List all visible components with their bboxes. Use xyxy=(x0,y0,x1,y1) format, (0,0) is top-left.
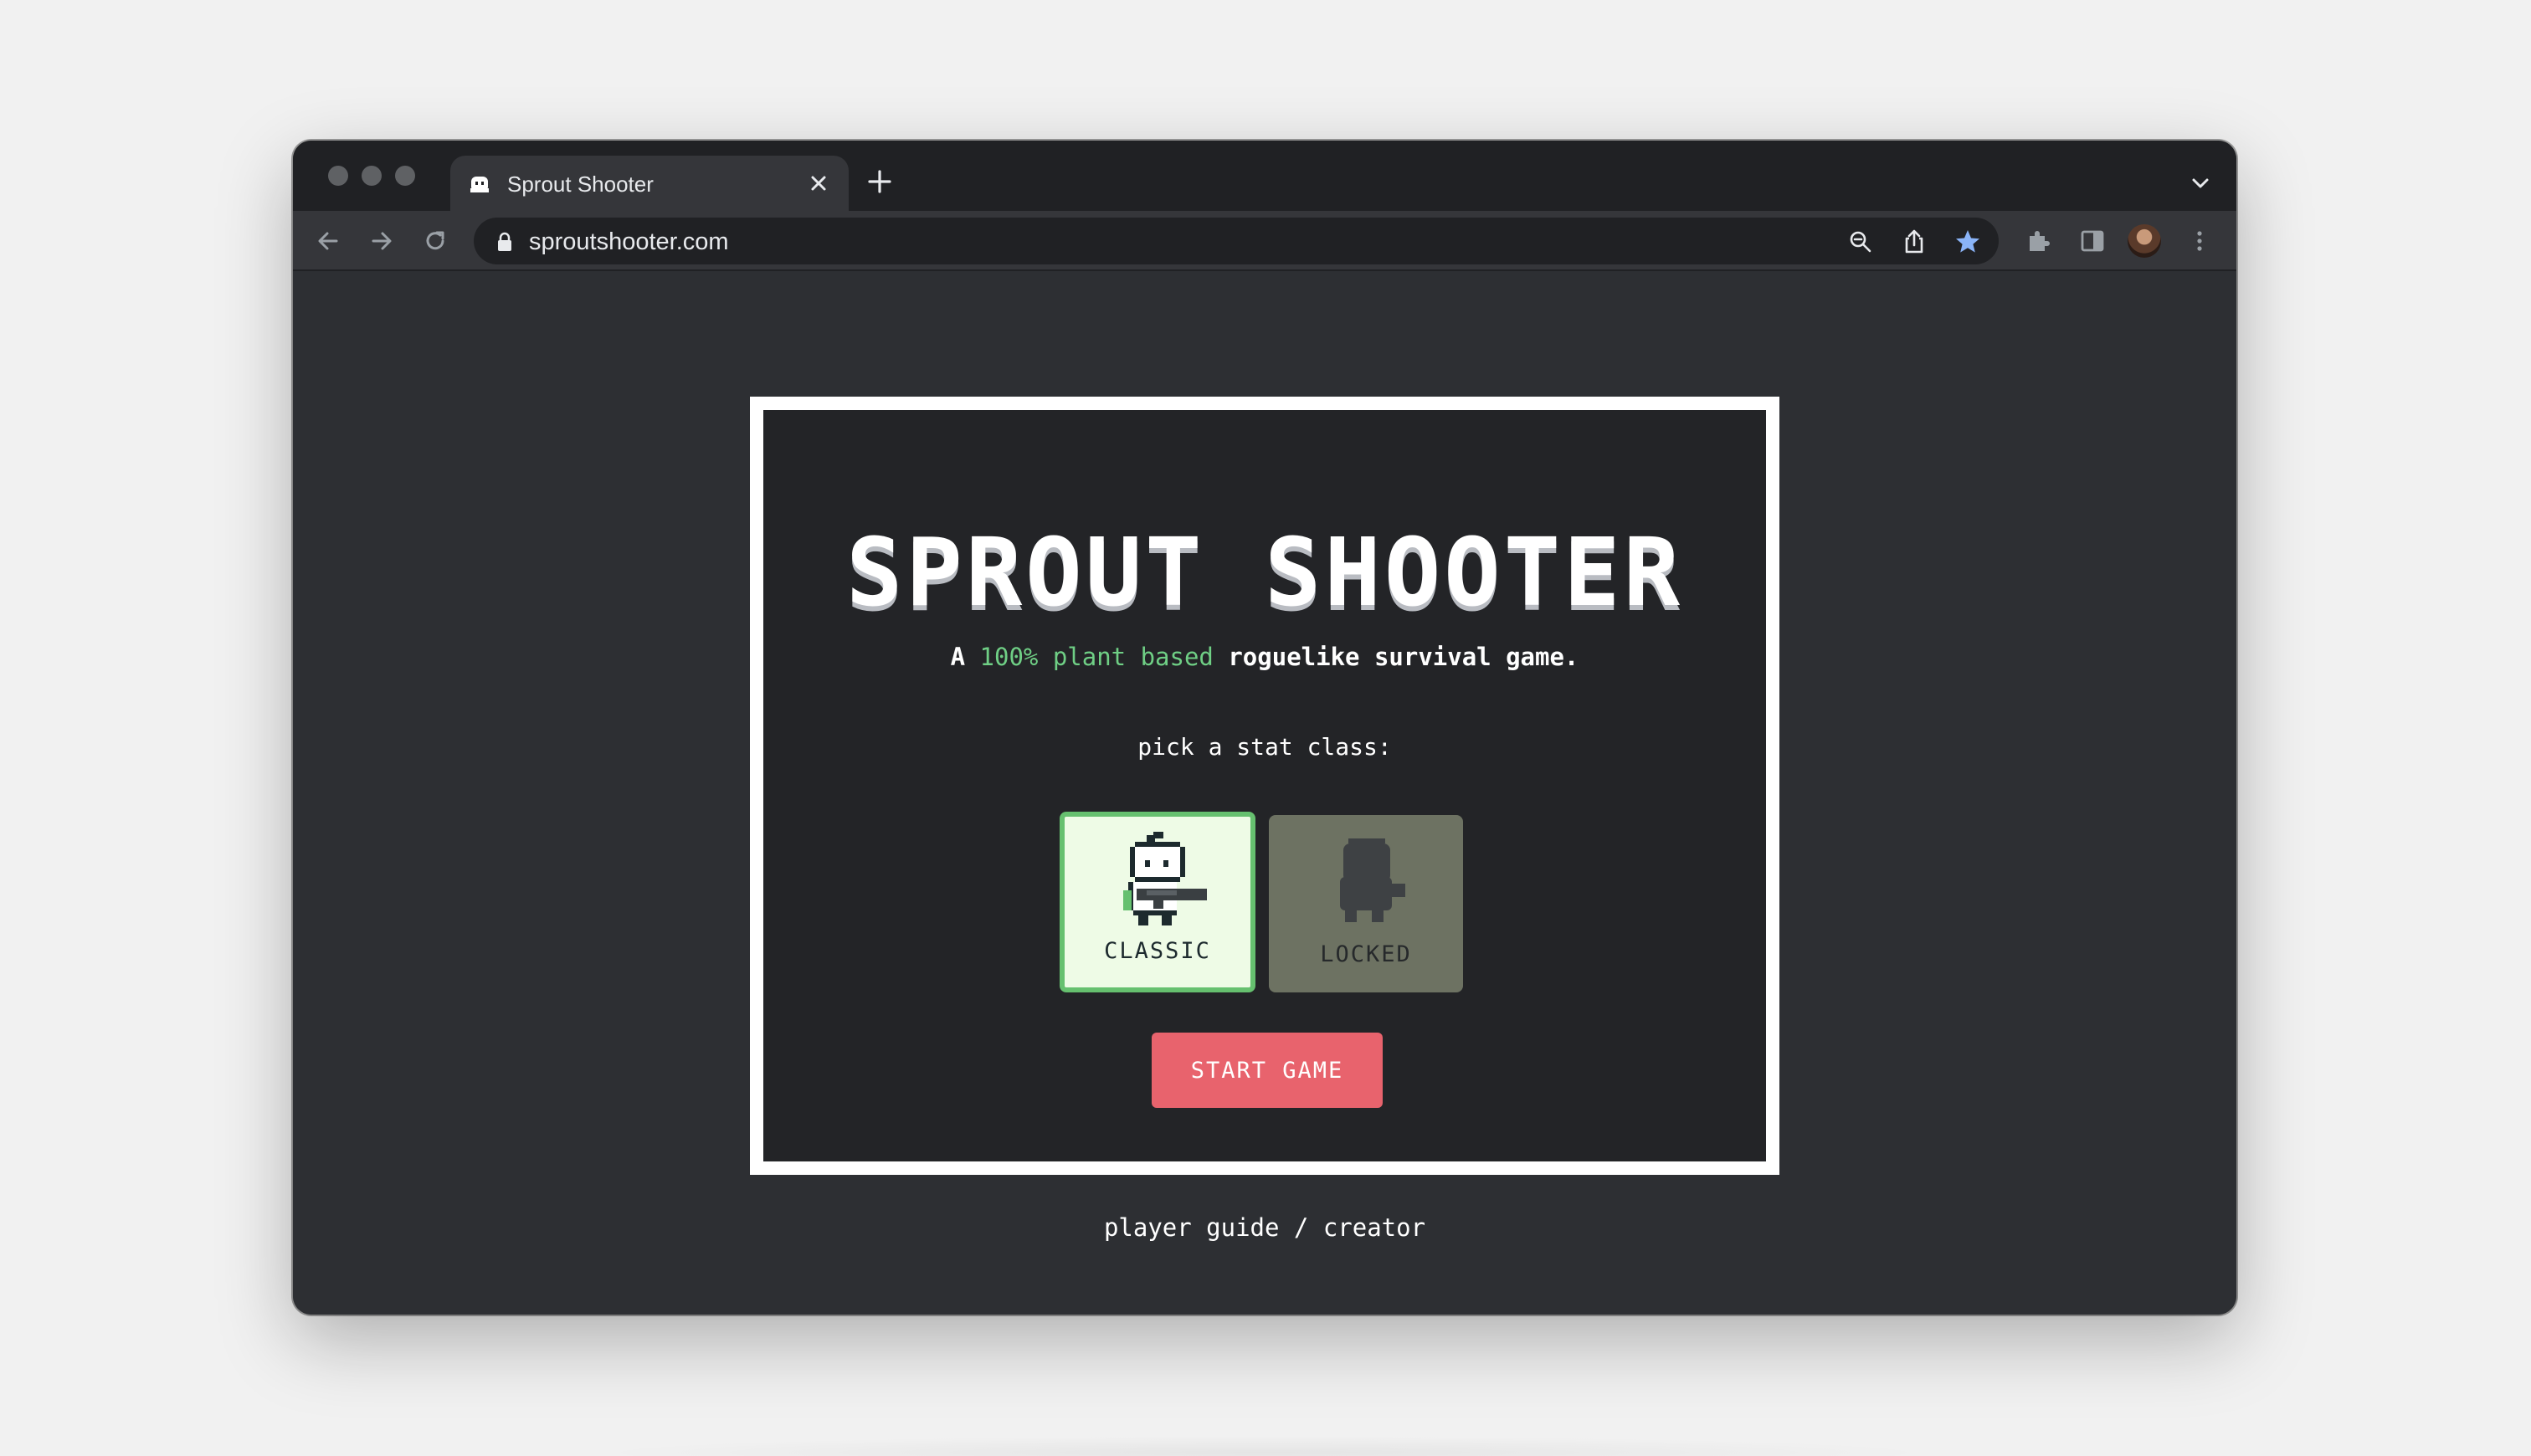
creator-link[interactable]: creator xyxy=(1323,1213,1425,1242)
footer-separator: / xyxy=(1279,1213,1323,1242)
url-text[interactable]: sproutshooter.com xyxy=(529,228,729,256)
game-tagline: A 100% plant based roguelike survival ga… xyxy=(763,643,1766,671)
locked-silhouette-icon xyxy=(1340,838,1405,922)
bookmark-star-icon[interactable] xyxy=(1953,228,1982,256)
tab-title: Sprout Shooter xyxy=(507,172,654,197)
zoom-icon[interactable] xyxy=(1846,228,1875,256)
player-guide-link[interactable]: player guide xyxy=(1104,1213,1280,1242)
profile-avatar[interactable] xyxy=(2128,224,2161,258)
window-floor-shadow xyxy=(586,1436,1942,1456)
title-bar: Sprout Shooter xyxy=(293,141,2236,211)
tab-search-chevron-icon[interactable] xyxy=(2188,171,2213,196)
maximize-window-button[interactable] xyxy=(395,166,415,186)
browser-window: Sprout Shooter sproutshooter.com SPROUT … xyxy=(293,141,2236,1315)
sprout-favicon-icon xyxy=(470,177,489,192)
browser-tab[interactable]: Sprout Shooter xyxy=(450,156,849,211)
class-label-locked: LOCKED xyxy=(1320,941,1412,967)
side-panel-icon[interactable] xyxy=(2077,226,2107,256)
minimize-window-button[interactable] xyxy=(362,166,382,186)
class-card-locked[interactable]: LOCKED xyxy=(1269,815,1463,992)
class-label-classic: CLASSIC xyxy=(1104,938,1211,964)
address-bar[interactable]: sproutshooter.com xyxy=(474,218,1999,264)
reload-icon[interactable] xyxy=(420,226,450,256)
tagline-suffix: roguelike survival game. xyxy=(1213,643,1579,671)
footer-links: player guide / creator xyxy=(293,1213,2236,1242)
lock-icon[interactable] xyxy=(495,231,514,253)
back-arrow-icon[interactable] xyxy=(313,226,343,256)
share-icon[interactable] xyxy=(1900,228,1928,256)
game-frame: SPROUT SHOOTER A 100% plant based roguel… xyxy=(750,397,1779,1175)
close-tab-icon[interactable] xyxy=(805,170,832,197)
browser-toolbar: sproutshooter.com xyxy=(293,211,2236,271)
start-game-button[interactable]: START GAME xyxy=(1152,1033,1383,1108)
tagline-prefix: A xyxy=(950,643,980,671)
extensions-puzzle-icon[interactable] xyxy=(2024,226,2054,256)
sprout-character-icon xyxy=(1123,832,1207,925)
class-card-classic[interactable]: CLASSIC xyxy=(1060,812,1255,992)
new-tab-icon[interactable] xyxy=(865,167,894,196)
page-viewport: SPROUT SHOOTER A 100% plant based roguel… xyxy=(293,271,2236,1315)
game-title: SPROUT SHOOTER xyxy=(845,519,1683,628)
close-window-button[interactable] xyxy=(328,166,348,186)
game-menu-screen: SPROUT SHOOTER A 100% plant based roguel… xyxy=(763,410,1766,1161)
forward-arrow-icon[interactable] xyxy=(367,226,397,256)
more-menu-icon[interactable] xyxy=(2184,226,2215,256)
class-prompt: pick a stat class: xyxy=(1137,733,1392,761)
tagline-highlight: 100% plant based xyxy=(979,643,1214,671)
